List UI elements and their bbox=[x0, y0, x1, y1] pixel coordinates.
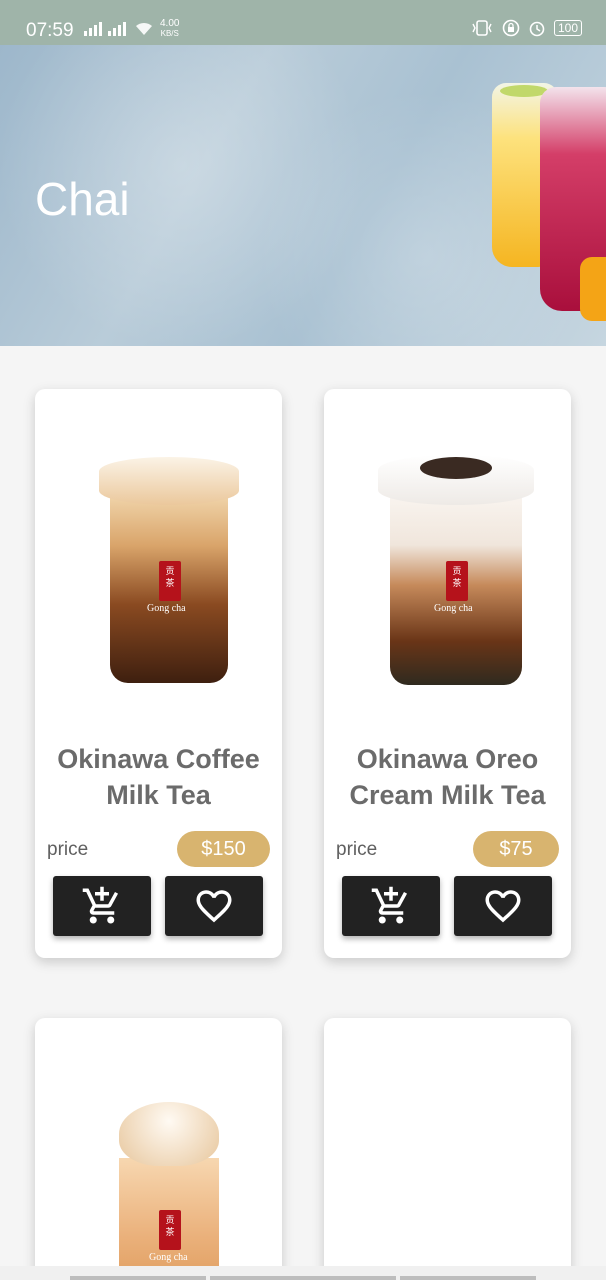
product-name: Okinawa Coffee bbox=[57, 744, 260, 774]
price-label: price bbox=[47, 839, 89, 860]
system-navigation-bar bbox=[0, 1266, 606, 1280]
product-card[interactable] bbox=[324, 1018, 571, 1280]
network-speed-unit: KB/S bbox=[160, 29, 179, 38]
banner-fruit-image bbox=[580, 257, 606, 321]
price-badge: $75 bbox=[473, 831, 559, 867]
lock-rotation-icon bbox=[502, 19, 520, 37]
product-image: 贡茶 Gong cha bbox=[99, 457, 239, 683]
nav-indicator[interactable] bbox=[400, 1276, 536, 1280]
add-to-cart-button[interactable] bbox=[342, 876, 440, 936]
brand-text: Gong cha bbox=[434, 603, 473, 614]
category-title: Chai bbox=[35, 173, 130, 225]
heart-icon bbox=[196, 890, 232, 923]
status-time: 07:59 bbox=[26, 20, 74, 41]
signal-icon bbox=[84, 20, 102, 36]
network-speed: 4.00 KB/S bbox=[160, 19, 179, 39]
product-card[interactable]: 贡茶 Gong cha Okinawa Oreo Cream Milk Tea … bbox=[324, 389, 571, 958]
wifi-icon bbox=[136, 22, 152, 35]
brand-logo: 贡茶 bbox=[446, 561, 468, 601]
brand-logo: 贡茶 bbox=[159, 1210, 181, 1250]
price-badge: $150 bbox=[177, 831, 270, 867]
network-speed-value: 4.00 bbox=[160, 18, 180, 29]
favorite-button[interactable] bbox=[454, 876, 552, 936]
vibrate-icon bbox=[472, 20, 492, 36]
add-to-cart-icon bbox=[82, 886, 119, 924]
product-card[interactable]: 贡茶 Gong cha Okinawa Coffee Milk Tea pric… bbox=[35, 389, 282, 958]
product-card[interactable]: 贡茶 Gong cha bbox=[35, 1018, 282, 1280]
product-name-line2: Milk Tea bbox=[106, 780, 211, 810]
alarm-icon bbox=[529, 21, 545, 37]
favorite-button[interactable] bbox=[165, 876, 263, 936]
nav-indicator[interactable] bbox=[210, 1276, 396, 1280]
category-banner: Chai bbox=[0, 45, 606, 346]
signal-icons bbox=[84, 20, 126, 36]
brand-logo: 贡茶 bbox=[159, 561, 181, 601]
price-label: price bbox=[336, 839, 378, 860]
heart-icon bbox=[485, 890, 521, 923]
add-to-cart-button[interactable] bbox=[53, 876, 151, 936]
signal-icon-2 bbox=[108, 20, 126, 36]
product-name: Okinawa Oreo bbox=[356, 744, 539, 774]
product-image: 贡茶 Gong cha bbox=[378, 455, 534, 685]
battery-indicator: 100 bbox=[553, 20, 582, 36]
add-to-cart-icon bbox=[371, 886, 408, 924]
brand-text: Gong cha bbox=[149, 1252, 188, 1263]
status-bar: 07:59 4.00 KB/S 100 bbox=[0, 0, 606, 45]
nav-indicator[interactable] bbox=[70, 1276, 206, 1280]
brand-text: Gong cha bbox=[147, 603, 186, 614]
product-name-line2: Cream Milk Tea bbox=[349, 780, 546, 810]
cream-topping bbox=[119, 1102, 219, 1166]
status-right-icons: 100 bbox=[470, 19, 582, 37]
oreo-topping bbox=[420, 457, 492, 479]
product-image: 贡茶 Gong cha bbox=[109, 1102, 229, 1280]
